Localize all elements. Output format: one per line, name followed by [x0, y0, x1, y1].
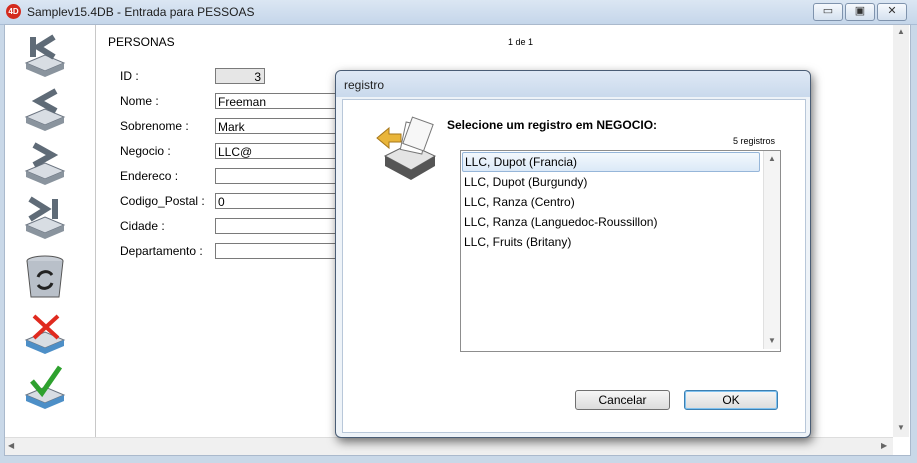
window-title: Samplev15.4DB - Entrada para PESSOAS	[27, 5, 255, 19]
form-title: PERSONAS	[108, 35, 175, 49]
close-button[interactable]: ✕	[877, 3, 907, 21]
horizontal-scrollbar[interactable]: ◀ ▶	[5, 437, 893, 455]
cancel-button[interactable]: Cancelar	[575, 390, 670, 410]
record-count: 5 registros	[733, 136, 776, 146]
field-label-cidade: Cidade :	[120, 219, 165, 233]
dialog-titlebar: registro	[336, 71, 810, 97]
list-item[interactable]: LLC, Dupot (Francia)	[462, 152, 760, 172]
accept-record-button[interactable]	[20, 365, 70, 413]
vertical-scrollbar[interactable]: ▲ ▼	[893, 25, 909, 437]
scroll-right-icon[interactable]: ▶	[881, 441, 887, 450]
list-item[interactable]: LLC, Fruits (Britany)	[462, 232, 760, 252]
list-item[interactable]: LLC, Ranza (Centro)	[462, 192, 760, 212]
next-record-button[interactable]	[20, 141, 70, 189]
endereco-field[interactable]	[215, 168, 340, 184]
scroll-down-icon[interactable]: ▼	[897, 423, 905, 432]
field-label-nome: Nome :	[120, 94, 159, 108]
window-titlebar: 4D Samplev15.4DB - Entrada para PESSOAS …	[0, 0, 917, 25]
dialog-title: registro	[344, 78, 385, 92]
departamento-field[interactable]	[215, 243, 340, 259]
scroll-down-icon[interactable]: ▼	[768, 336, 776, 345]
minimize-button[interactable]: ▭	[813, 3, 843, 21]
list-item[interactable]: LLC, Ranza (Languedoc-Roussillon)	[462, 212, 760, 232]
select-record-dialog: registro Selecione um registro em NEGOCI…	[335, 70, 811, 438]
delete-record-button[interactable]	[20, 253, 70, 301]
id-field[interactable]: 3	[215, 68, 265, 84]
accept-icon	[24, 365, 66, 409]
field-label-departamento: Departamento :	[120, 244, 203, 258]
maximize-button[interactable]: ▣	[845, 3, 875, 21]
cancel-record-button[interactable]	[20, 310, 70, 358]
ok-button[interactable]: OK	[684, 390, 778, 410]
app-logo-icon: 4D	[6, 4, 21, 19]
sobrenome-field[interactable]: Mark	[215, 118, 340, 134]
next-record-icon	[24, 142, 66, 185]
codigo-postal-field[interactable]: 0	[215, 193, 340, 209]
scroll-up-icon[interactable]: ▲	[897, 27, 905, 36]
cidade-field[interactable]	[215, 218, 340, 234]
nome-field[interactable]: Freeman	[215, 93, 340, 109]
field-label-sobrenome: Sobrenome :	[120, 119, 189, 133]
field-label-codigo-postal: Codigo_Postal :	[120, 194, 205, 208]
list-item[interactable]: LLC, Dupot (Burgundy)	[462, 172, 760, 192]
negocio-field[interactable]: LLC@	[215, 143, 340, 159]
first-record-button[interactable]	[20, 33, 70, 81]
previous-record-icon	[24, 88, 66, 131]
dialog-prompt: Selecione um registro em NEGOCIO:	[447, 118, 658, 132]
last-record-button[interactable]	[20, 195, 70, 243]
last-record-icon	[24, 196, 66, 239]
field-label-id: ID :	[120, 69, 139, 83]
record-indicator: 1 de 1	[508, 37, 534, 47]
first-record-icon	[24, 34, 66, 77]
previous-record-button[interactable]	[20, 87, 70, 135]
record-toolbar	[5, 25, 96, 437]
cancel-icon	[24, 314, 66, 354]
scroll-up-icon[interactable]: ▲	[768, 154, 776, 163]
trash-recycle-icon	[26, 255, 64, 298]
scroll-left-icon[interactable]: ◀	[8, 441, 14, 450]
field-label-endereco: Endereco :	[120, 169, 179, 183]
field-label-negocio: Negocio :	[120, 144, 171, 158]
record-picker-icon	[375, 116, 439, 182]
list-scrollbar[interactable]: ▲ ▼	[763, 151, 780, 349]
record-list[interactable]: LLC, Dupot (Francia) LLC, Dupot (Burgund…	[460, 150, 781, 352]
dialog-body: Selecione um registro em NEGOCIO: 5 regi…	[342, 99, 806, 433]
